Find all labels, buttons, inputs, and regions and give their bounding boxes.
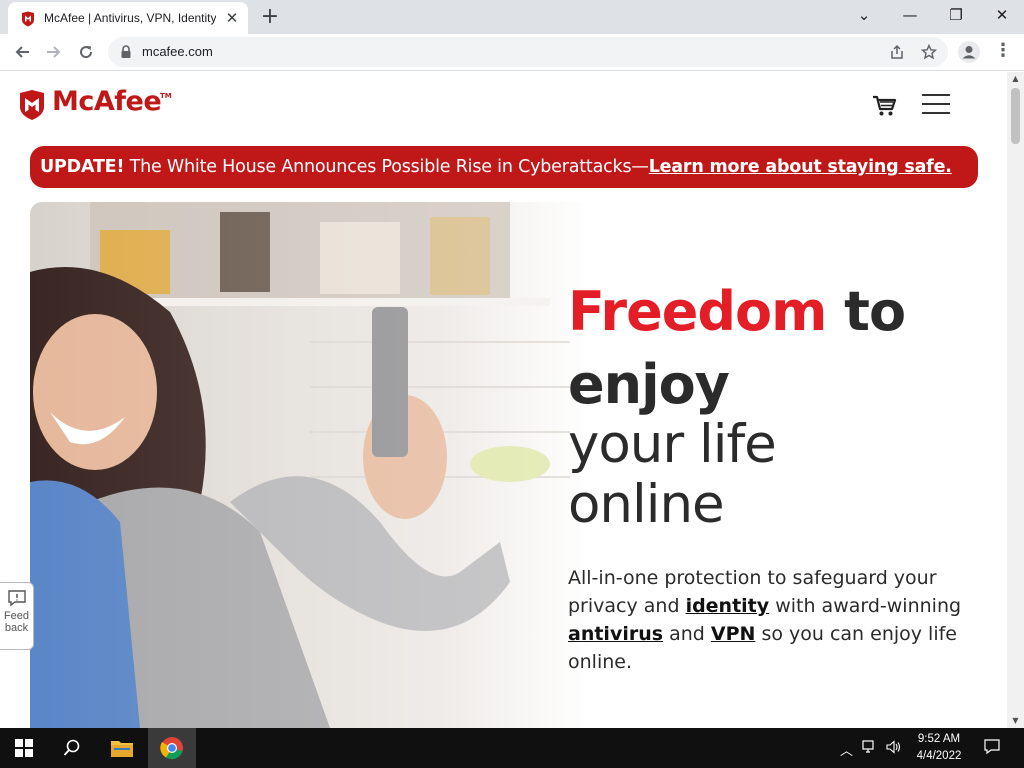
logo-wordmark: McAfee	[52, 86, 162, 117]
scrollbar-thumb[interactable]	[1011, 88, 1020, 144]
forward-arrow-icon	[47, 46, 61, 58]
feedback-button[interactable]: Feed back	[0, 582, 34, 650]
headline-online: online	[568, 474, 725, 535]
restore-button[interactable]: ❐	[938, 4, 974, 28]
browser-tab[interactable]: McAfee | Antivirus, VPN, Identity ✕	[8, 2, 248, 34]
scroll-down-icon[interactable]: ▼	[1007, 714, 1024, 728]
browser-titlebar: McAfee | Antivirus, VPN, Identity ✕ + ⌄ …	[0, 0, 1024, 34]
profile-avatar-icon[interactable]	[958, 41, 980, 63]
chrome-icon	[160, 737, 183, 760]
feedback-label-2: back	[4, 622, 29, 634]
windows-taskbar: ︿ 9:52 AM 4/4/2022	[0, 728, 1024, 768]
windows-logo-icon	[15, 739, 33, 757]
minimize-button[interactable]: —	[892, 4, 928, 28]
url-text[interactable]: mcafee.com	[142, 44, 213, 59]
network-icon[interactable]	[862, 740, 878, 758]
search-button[interactable]	[48, 728, 96, 768]
volume-icon[interactable]	[886, 740, 902, 758]
feedback-label-1: Feed	[3, 610, 30, 622]
vpn-link[interactable]: VPN	[711, 623, 756, 645]
headline-freedom: Freedom	[568, 280, 827, 343]
hero-headline: Freedom to enjoy your life online	[568, 282, 988, 535]
mcafee-shield-icon	[20, 90, 44, 120]
page-scrollbar[interactable]: ▲ ▼	[1007, 72, 1024, 728]
tab-title: McAfee | Antivirus, VPN, Identity	[44, 11, 216, 25]
tab-close-icon[interactable]: ✕	[222, 8, 242, 28]
share-icon[interactable]	[886, 41, 908, 63]
folder-icon	[111, 741, 133, 757]
search-icon	[63, 739, 80, 756]
back-button[interactable]	[8, 38, 36, 66]
file-explorer-button[interactable]	[98, 728, 146, 768]
alert-text: The White House Announces Possible Rise …	[124, 157, 649, 177]
headline-your-life: your life	[568, 414, 777, 475]
browser-menu-icon[interactable]: ⋮	[994, 40, 1012, 64]
antivirus-link[interactable]: antivirus	[568, 623, 663, 645]
hamburger-menu-icon[interactable]	[922, 94, 950, 116]
address-bar[interactable]: mcafee.com	[108, 37, 948, 67]
taskbar-clock[interactable]: 9:52 AM 4/4/2022	[910, 731, 968, 765]
lock-icon[interactable]	[120, 45, 132, 59]
tab-search-icon[interactable]: ⌄	[846, 4, 882, 28]
mcafee-favicon-icon	[22, 11, 34, 27]
identity-link[interactable]: identity	[686, 595, 770, 617]
hero-copy-part-2: with award-winning	[769, 595, 962, 617]
hero-copy-part-3: and	[663, 623, 711, 645]
notifications-icon[interactable]	[984, 739, 1000, 759]
forward-button[interactable]	[40, 38, 68, 66]
headline-to: to	[826, 280, 906, 343]
browser-toolbar: mcafee.com ⋮	[0, 34, 1024, 71]
clock-time: 9:52 AM	[917, 733, 961, 745]
reload-button[interactable]	[72, 38, 100, 66]
cyberattack-alert-banner: UPDATE! The White House Announces Possib…	[30, 146, 978, 188]
logo-trademark: TM	[160, 92, 172, 100]
scroll-up-icon[interactable]: ▲	[1007, 72, 1024, 86]
back-arrow-icon	[15, 46, 29, 58]
chrome-taskbar-button[interactable]	[148, 728, 196, 768]
close-window-button[interactable]: ✕	[984, 4, 1020, 28]
hero-woman-selfie-image	[30, 202, 590, 728]
bookmark-star-icon[interactable]	[918, 41, 940, 63]
alert-learn-more-link[interactable]: Learn more about staying safe.	[649, 157, 952, 177]
shopping-cart-icon[interactable]	[870, 92, 898, 118]
page-viewport: McAfee TM UPDATE! The White House Announ…	[0, 72, 1024, 728]
clock-date: 4/4/2022	[916, 750, 962, 762]
feedback-icon	[7, 590, 26, 607]
reload-icon	[80, 46, 93, 59]
hero-description: All-in-one protection to safeguard your …	[568, 564, 998, 676]
alert-label: UPDATE!	[40, 157, 125, 177]
start-button[interactable]	[0, 728, 48, 768]
tray-chevron-up-icon[interactable]: ︿	[840, 740, 853, 759]
headline-enjoy: enjoy	[568, 353, 730, 416]
new-tab-button[interactable]: +	[256, 4, 284, 32]
